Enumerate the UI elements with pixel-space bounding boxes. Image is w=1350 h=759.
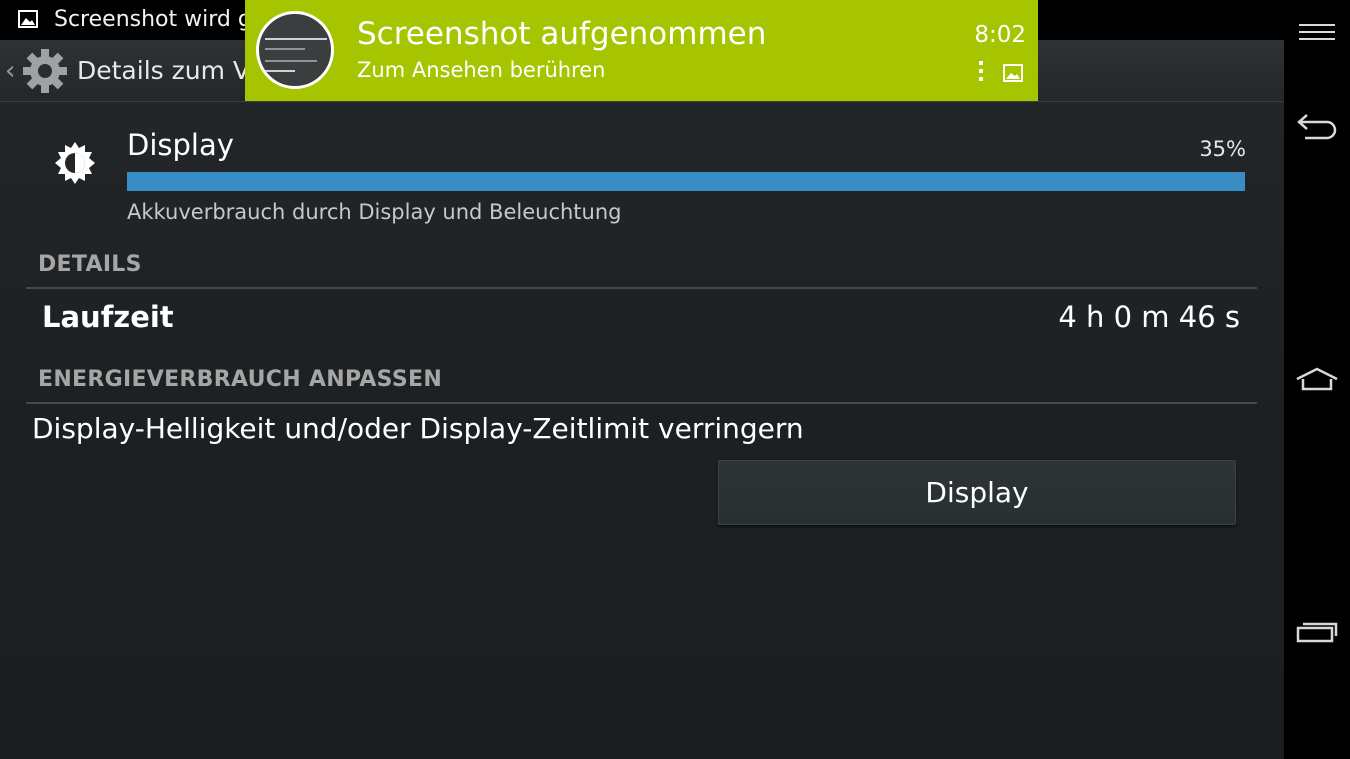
adjust-tip: Display-Helligkeit und/oder Display-Zeit… (32, 412, 804, 445)
more-vert-icon[interactable] (976, 60, 986, 82)
main-content: Display 35% Akkuverbrauch durch Display … (0, 102, 1284, 759)
settings-gear-icon[interactable] (20, 46, 70, 96)
image-icon (1003, 64, 1023, 82)
status-notification-text: Screenshot wird g (54, 7, 252, 32)
screenshot-thumbnail (256, 11, 334, 89)
recents-icon[interactable] (1284, 600, 1350, 664)
detail-row-label: Laufzeit (42, 300, 174, 334)
usage-description: Akkuverbrauch durch Display und Beleucht… (127, 200, 622, 224)
divider (26, 402, 1257, 404)
section-header-adjust: ENERGIEVERBRAUCH ANPASSEN (38, 367, 443, 392)
back-icon[interactable] (1284, 94, 1350, 158)
display-settings-button[interactable]: Display (718, 460, 1236, 525)
chevron-left-icon[interactable]: ‹ (5, 56, 15, 86)
screenshot-notification[interactable]: Screenshot aufgenommen Zum Ansehen berüh… (245, 0, 1038, 101)
section-header-details: DETAILS (38, 252, 142, 277)
menu-icon[interactable] (1284, 0, 1350, 64)
notification-time: 8:02 (974, 22, 1026, 48)
usage-progress-bar (127, 172, 1245, 191)
brightness-icon (55, 142, 95, 184)
home-icon[interactable] (1284, 348, 1350, 412)
divider (26, 287, 1257, 289)
notification-subtitle: Zum Ansehen berühren (357, 58, 606, 82)
usage-progress-fill (127, 172, 1245, 191)
notification-title: Screenshot aufgenommen (357, 16, 767, 52)
page-title: Details zum V (77, 56, 250, 85)
detail-row-value: 4 h 0 m 46 s (1058, 300, 1240, 334)
navigation-bar (1284, 0, 1350, 759)
usage-label: Display (127, 128, 234, 162)
usage-percent: 35% (1199, 137, 1246, 161)
image-icon (18, 10, 38, 28)
